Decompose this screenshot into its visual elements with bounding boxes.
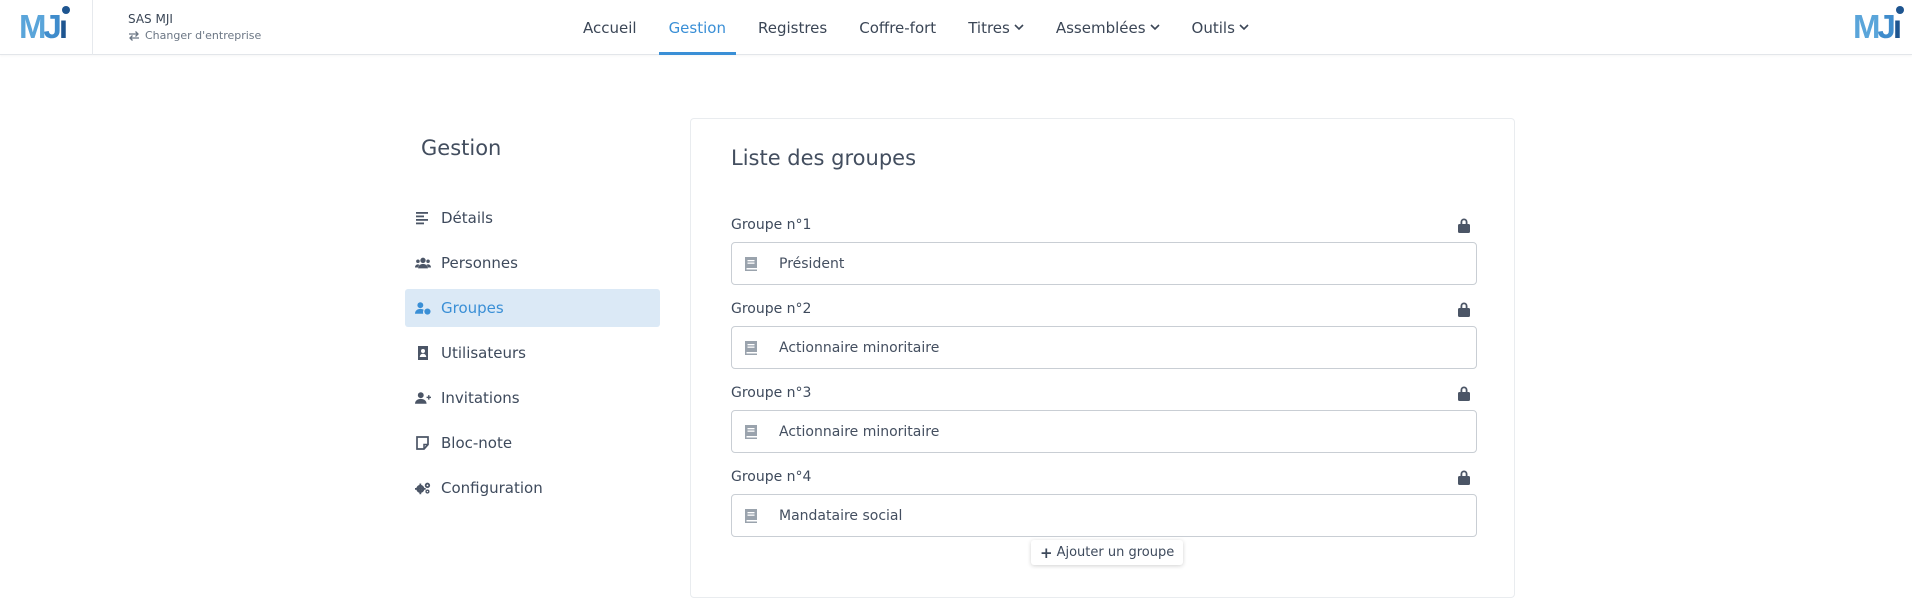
sidebar-title: Gestion xyxy=(421,136,502,160)
exchange-icon xyxy=(129,31,139,41)
group-3: Groupe n°3 Actionnaire minoritaire xyxy=(731,382,1477,453)
lock-icon xyxy=(1458,218,1470,233)
nav-registres[interactable]: Registres xyxy=(748,0,837,55)
group-name-value: Président xyxy=(779,255,845,272)
lock-icon xyxy=(1458,386,1470,401)
book-icon xyxy=(745,508,757,523)
group-name-value: Mandataire social xyxy=(779,507,903,524)
nav-label: Gestion xyxy=(668,18,726,37)
group-name-value: Actionnaire minoritaire xyxy=(779,423,940,440)
card-title: Liste des groupes xyxy=(731,146,917,170)
chevron-down-icon xyxy=(1149,24,1160,31)
align-left-icon xyxy=(416,212,428,225)
nav-label: Titres xyxy=(968,18,1010,37)
main-nav: Accueil Gestion Registres Coffre-fort Ti… xyxy=(573,0,1271,55)
group-name-value: Actionnaire minoritaire xyxy=(779,339,940,356)
user-group-icon xyxy=(415,302,431,315)
nav-label: Assemblées xyxy=(1055,18,1146,37)
nav-outils[interactable]: Outils xyxy=(1182,0,1259,55)
group-name-field[interactable]: Actionnaire minoritaire xyxy=(731,410,1477,453)
chevron-down-icon xyxy=(1014,24,1024,31)
group-1: Groupe n°1 Président xyxy=(731,214,1477,285)
group-name-field[interactable]: Mandataire social xyxy=(731,494,1477,537)
nav-titres[interactable]: Titres xyxy=(958,0,1034,55)
groups-card: Liste des groupes Groupe n°1 Président G… xyxy=(690,118,1515,598)
add-group-label: Ajouter un groupe xyxy=(1056,545,1175,560)
group-label: Groupe n°1 xyxy=(731,217,812,233)
group-label: Groupe n°4 xyxy=(731,469,812,485)
sidebar-item-groupes[interactable]: Groupes xyxy=(405,289,660,327)
contact-book-icon xyxy=(418,346,428,360)
sidebar-item-details[interactable]: Détails xyxy=(405,199,660,237)
sidebar-menu: Détails Personnes Groupes Utilisateurs I… xyxy=(405,199,660,514)
group-4: Groupe n°4 Mandataire social xyxy=(731,466,1477,537)
nav-gestion[interactable]: Gestion xyxy=(658,0,737,55)
nav-accueil[interactable]: Accueil xyxy=(573,0,647,55)
group-name-field[interactable]: Président xyxy=(731,242,1477,285)
sidebar-item-personnes[interactable]: Personnes xyxy=(405,244,660,282)
nav-label: Accueil xyxy=(583,18,637,37)
cogs-icon xyxy=(415,482,431,495)
sidebar-item-invitations[interactable]: Invitations xyxy=(405,379,660,417)
sidebar-item-label: Groupes xyxy=(441,299,504,317)
sidebar-item-label: Personnes xyxy=(441,254,518,272)
sidebar-item-configuration[interactable]: Configuration xyxy=(405,469,660,507)
brand-logo: MJı xyxy=(1852,8,1902,45)
nav-label: Outils xyxy=(1191,18,1235,37)
user-plus-icon xyxy=(415,392,431,404)
sticky-note-icon xyxy=(416,436,429,450)
nav-label: Coffre-fort xyxy=(859,18,937,37)
group-label: Groupe n°3 xyxy=(731,385,812,401)
sidebar-item-label: Utilisateurs xyxy=(441,344,526,362)
chevron-down-icon xyxy=(1239,24,1249,31)
sidebar-item-label: Invitations xyxy=(441,389,520,407)
company-name: SAS MJI xyxy=(128,12,173,26)
lock-icon xyxy=(1458,302,1470,317)
book-icon xyxy=(745,340,757,355)
sidebar-item-utilisateurs[interactable]: Utilisateurs xyxy=(405,334,660,372)
group-name-field[interactable]: Actionnaire minoritaire xyxy=(731,326,1477,369)
sidebar-item-label: Bloc-note xyxy=(441,434,513,452)
top-header: MJı SAS MJI Changer d'entreprise Accueil… xyxy=(0,0,1912,55)
nav-label: Registres xyxy=(757,18,828,37)
add-group-button[interactable]: + Ajouter un groupe xyxy=(1031,540,1184,565)
book-icon xyxy=(745,424,757,439)
switch-company-link[interactable]: Changer d'entreprise xyxy=(128,27,261,45)
group-label: Groupe n°2 xyxy=(731,301,812,317)
company-logo[interactable]: MJı xyxy=(19,10,68,44)
nav-assemblees[interactable]: Assemblées xyxy=(1046,0,1170,55)
switch-company-label: Changer d'entreprise xyxy=(145,29,262,42)
plus-icon: + xyxy=(1040,543,1053,562)
nav-coffre-fort[interactable]: Coffre-fort xyxy=(849,0,946,55)
lock-icon xyxy=(1458,470,1470,485)
group-2: Groupe n°2 Actionnaire minoritaire xyxy=(731,298,1477,369)
sidebar-item-label: Détails xyxy=(441,209,494,227)
book-icon xyxy=(745,256,757,271)
sidebar-item-label: Configuration xyxy=(441,479,543,497)
company-switcher[interactable]: SAS MJI Changer d'entreprise xyxy=(128,11,261,45)
users-icon xyxy=(415,257,431,269)
sidebar-item-bloc-note[interactable]: Bloc-note xyxy=(405,424,660,462)
header-divider xyxy=(92,0,93,55)
